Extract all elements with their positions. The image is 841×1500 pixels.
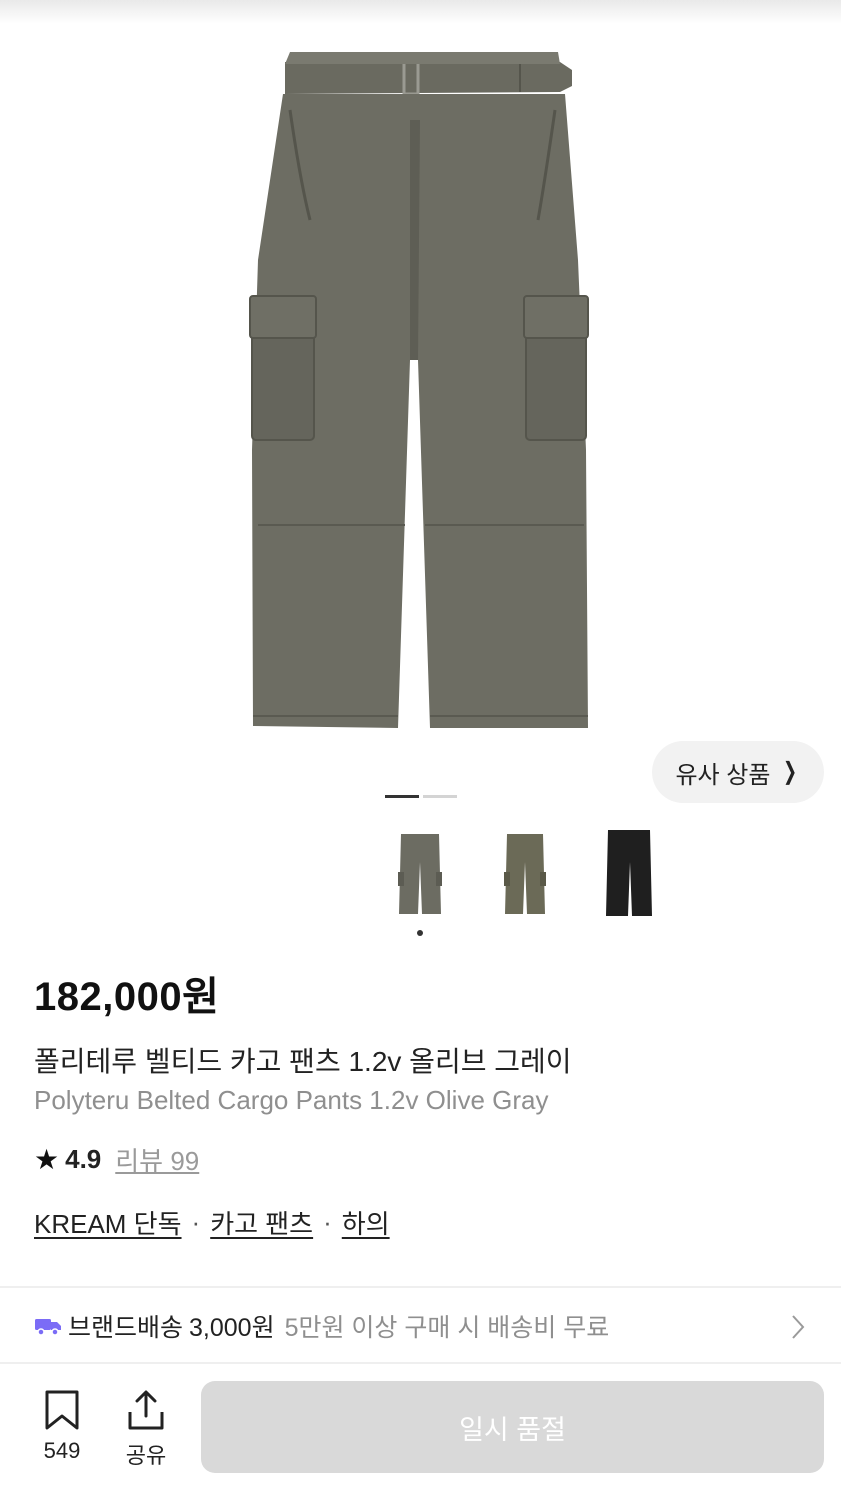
thumbnail-image xyxy=(606,830,652,916)
category-tags: KREAM 단독 · 카고 팬츠 · 하의 xyxy=(34,1204,390,1241)
thumbnail-image xyxy=(398,834,442,914)
share-icon xyxy=(128,1390,164,1430)
carousel-indicator xyxy=(423,795,457,798)
rating-score: 4.9 xyxy=(65,1144,102,1174)
tag-link[interactable]: 카고 팬츠 xyxy=(210,1204,313,1241)
share-label: 공유 xyxy=(125,1443,167,1468)
share-button[interactable]: 공유 xyxy=(111,1390,181,1470)
thumbnail-image xyxy=(504,834,546,914)
product-image-carousel[interactable]: 유사 상품 ❯ xyxy=(0,0,841,820)
tag-link[interactable]: 하의 xyxy=(342,1204,390,1241)
tag-separator: · xyxy=(191,1207,201,1237)
star-icon: ★ xyxy=(34,1143,60,1175)
bottom-action-bar: 549 공유 일시 품절 xyxy=(0,1364,841,1500)
bookmark-button[interactable]: 549 xyxy=(27,1390,97,1464)
shipping-note: 5만원 이상 구매 시 배송비 무료 xyxy=(284,1314,610,1342)
thumbnail-olive[interactable] xyxy=(485,822,565,922)
product-image xyxy=(249,52,589,728)
similar-products-button[interactable]: 유사 상품 ❯ xyxy=(652,741,824,803)
carousel-indicator-active xyxy=(385,795,419,798)
thumbnail-black[interactable] xyxy=(590,822,670,922)
selected-thumbnail-dot xyxy=(417,930,423,936)
review-link[interactable]: 리뷰 99 xyxy=(115,1141,199,1178)
sold-out-button[interactable]: 일시 품절 xyxy=(201,1381,824,1473)
tag-link[interactable]: KREAM 단독 xyxy=(34,1204,182,1241)
similar-products-label: 유사 상품 xyxy=(675,761,771,789)
bookmark-count: 549 xyxy=(43,1438,81,1463)
product-price: 182,000원 xyxy=(34,975,220,1019)
shipping-label: 브랜드배송 xyxy=(68,1314,184,1342)
truck-icon xyxy=(35,1319,61,1336)
chevron-right-icon: ❯ xyxy=(783,758,798,785)
shipping-fee: 3,000원 xyxy=(189,1314,275,1342)
rating-row: ★ 4.9 리뷰 99 xyxy=(34,1141,199,1178)
product-name-en: Polyteru Belted Cargo Pants 1.2v Olive G… xyxy=(34,1085,549,1115)
shipping-info-row[interactable]: 브랜드배송 3,000원 5만원 이상 구매 시 배송비 무료 xyxy=(0,1288,841,1364)
chevron-right-icon xyxy=(792,1315,805,1339)
thumbnail-olive-gray[interactable] xyxy=(380,822,460,922)
tag-separator: · xyxy=(323,1207,332,1237)
bookmark-icon xyxy=(45,1390,79,1430)
product-name-ko: 폴리테루 벨티드 카고 팬츠 1.2v 올리브 그레이 xyxy=(34,1046,572,1077)
